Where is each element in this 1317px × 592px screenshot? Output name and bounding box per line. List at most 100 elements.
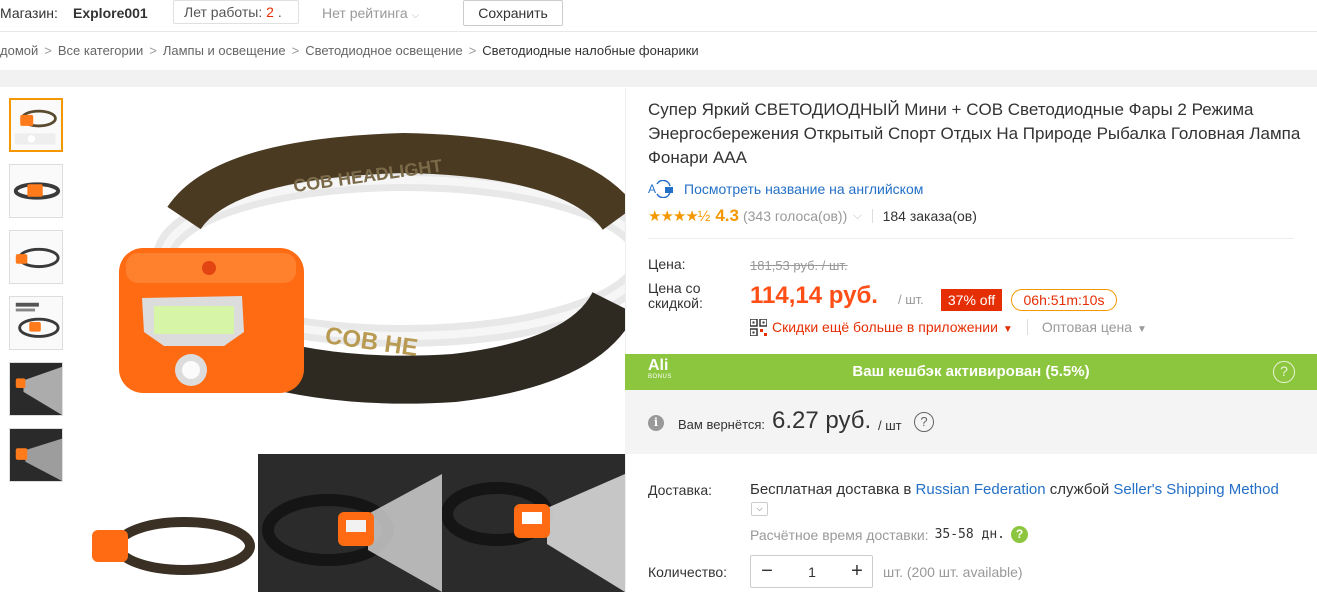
- quantity-label: Количество:: [648, 564, 728, 580]
- chevron-down-icon: ⌵: [756, 504, 763, 513]
- breadcrumb-headlamps[interactable]: Светодиодные налобные фонарики: [482, 43, 698, 58]
- votes-count[interactable]: (343 голоса(ов)): [743, 208, 847, 224]
- quantity-decrease-button[interactable]: −: [751, 556, 783, 587]
- discount-badge: 37% off: [941, 289, 1002, 311]
- headlamp-gallery-image: [258, 454, 442, 592]
- quantity-increase-button[interactable]: +: [841, 556, 873, 587]
- thumbnail-5[interactable]: [9, 362, 63, 416]
- thumbnail-2[interactable]: [9, 164, 63, 218]
- delivery-eta: Расчётное время доставки: 35-58 дн. ?: [750, 526, 1029, 543]
- qr-code-icon: [750, 318, 767, 336]
- app-discount-row: Скидки ещё больше в приложении ▼ Оптовая …: [750, 317, 1147, 337]
- headlamp-gallery-image: [442, 454, 625, 592]
- thumbnail-list: [9, 98, 65, 494]
- original-price: 181,53 руб. / шт.: [750, 258, 848, 273]
- translate-icon: A: [648, 180, 673, 198]
- breadcrumb-led-lighting[interactable]: Светодиодное освещение: [305, 43, 463, 58]
- rating-row: ★★★★½ 4.3 (343 голоса(ов)) ⌵ 184 заказа(…: [648, 206, 977, 226]
- chevron-down-icon: ⌵: [411, 10, 420, 21]
- refund-unit: / шт: [878, 418, 902, 433]
- shipping-middle: службой: [1045, 481, 1114, 498]
- translate-title-link[interactable]: A Посмотреть название на английском: [648, 180, 923, 198]
- gallery-image-2[interactable]: [258, 454, 442, 592]
- store-name-link[interactable]: Explore001: [73, 5, 148, 21]
- svg-text:A: A: [648, 182, 656, 196]
- headlamp-thumbnail-image: [10, 231, 62, 283]
- quantity-stepper: − +: [750, 555, 873, 588]
- chevron-down-icon[interactable]: ⌵: [853, 210, 861, 223]
- divider: [648, 238, 1294, 239]
- breadcrumb: домой > Все категории > Лампы и освещение > Св…: [0, 43, 699, 58]
- headlamp-thumbnail-image: [11, 100, 61, 150]
- breadcrumb-separator: >: [468, 43, 477, 58]
- star-rating-icon: ★★★★½: [648, 208, 710, 225]
- breadcrumb-separator: >: [44, 43, 52, 58]
- gallery-image-3[interactable]: [442, 454, 625, 592]
- quantity-input[interactable]: [783, 556, 841, 587]
- help-icon[interactable]: ?: [1011, 526, 1029, 543]
- app-discount-label: Скидки ещё больше в приложении: [772, 319, 998, 335]
- shipping-info: Бесплатная доставка в Russian Federation…: [750, 481, 1279, 498]
- price-unit: / шт.: [898, 292, 924, 307]
- shipping-country-link[interactable]: Russian Federation: [916, 481, 1046, 498]
- store-years-badge: Лет работы: 2 .: [173, 0, 299, 24]
- app-discount-link[interactable]: Скидки ещё больше в приложении ▼: [772, 319, 1013, 335]
- help-icon[interactable]: ?: [914, 412, 934, 432]
- shipping-method-link[interactable]: Seller's Shipping Method: [1113, 481, 1278, 498]
- section-divider: [0, 70, 1317, 87]
- thumbnail-1[interactable]: [9, 98, 63, 152]
- image-gallery-strip: [74, 454, 625, 592]
- help-icon[interactable]: ?: [1273, 361, 1295, 383]
- eta-label: Расчётное время доставки:: [750, 526, 929, 543]
- save-store-button[interactable]: Сохранить: [463, 0, 563, 26]
- breadcrumb-home[interactable]: домой: [0, 43, 38, 58]
- thumbnail-6[interactable]: [9, 428, 63, 482]
- breadcrumb-lamps[interactable]: Лампы и освещение: [163, 43, 286, 58]
- shipping-prefix: Бесплатная доставка в: [750, 481, 916, 498]
- gallery-image-1[interactable]: [74, 454, 258, 592]
- headlamp-thumbnail-image: [10, 363, 62, 415]
- store-rating-label: Нет рейтинга: [322, 5, 408, 21]
- years-value: 2: [266, 4, 274, 20]
- breadcrumb-separator: >: [291, 43, 300, 58]
- orders-count: 184 заказа(ов): [882, 208, 977, 224]
- headlamp-thumbnail-image: [10, 297, 62, 349]
- eta-days: 35-58 дн.: [934, 527, 1006, 542]
- wholesale-price-dropdown[interactable]: Оптовая цена ▼: [1042, 319, 1147, 335]
- discount-price-label: Цена со скидкой:: [648, 280, 703, 311]
- shipping-expand-toggle[interactable]: ⌵: [751, 502, 768, 516]
- column-divider: [625, 88, 626, 592]
- years-label: Лет работы:: [184, 4, 267, 20]
- cashback-status: Ваш кешбэк активирован (5.5%): [852, 363, 1090, 380]
- thumbnail-3[interactable]: [9, 230, 63, 284]
- caret-down-icon: ▼: [1002, 324, 1013, 335]
- translate-label: Посмотреть название на английском: [684, 181, 924, 197]
- rating-value: 4.3: [715, 206, 739, 225]
- shipping-label: Доставка:: [648, 482, 713, 498]
- refund-label: Вам вернётся:: [678, 417, 766, 432]
- headlamp-main-image: COB HE COB HEADLIGHT: [74, 88, 625, 454]
- caret-down-icon: ▼: [1137, 324, 1147, 335]
- info-icon: i: [648, 415, 664, 431]
- wholesale-label: Оптовая цена: [1041, 319, 1133, 335]
- thumbnail-4[interactable]: [9, 296, 63, 350]
- headlamp-gallery-image: [74, 454, 258, 592]
- product-title: Супер Яркий СВЕТОДИОДНЫЙ Мини + COB Свет…: [648, 100, 1301, 167]
- discount-price: 114,14 руб.: [750, 282, 878, 309]
- store-rating-dropdown[interactable]: Нет рейтинга ⌵: [322, 5, 419, 21]
- headlamp-thumbnail-image: [10, 429, 62, 481]
- years-suffix: .: [273, 4, 282, 20]
- refund-panel: i Вам вернётся: 6.27 руб. / шт ?: [625, 390, 1317, 454]
- breadcrumb-all-categories[interactable]: Все категории: [58, 43, 143, 58]
- headlamp-thumbnail-image: [10, 165, 62, 217]
- quantity-available: шт. (200 шт. available): [883, 564, 1023, 580]
- divider: [1026, 319, 1028, 335]
- refund-amount: 6.27 руб.: [772, 407, 872, 434]
- breadcrumb-separator: >: [149, 43, 157, 58]
- price-label: Цена:: [648, 256, 686, 272]
- divider: [871, 209, 873, 223]
- store-label: Магазин:: [0, 5, 58, 21]
- store-header: Магазин: Explore001 Лет работы: 2 . Нет …: [0, 0, 1317, 32]
- cashback-banner: Ali BONUS Ваш кешбэк активирован (5.5%) ?: [625, 354, 1317, 390]
- main-product-image[interactable]: COB HE COB HEADLIGHT: [74, 88, 625, 454]
